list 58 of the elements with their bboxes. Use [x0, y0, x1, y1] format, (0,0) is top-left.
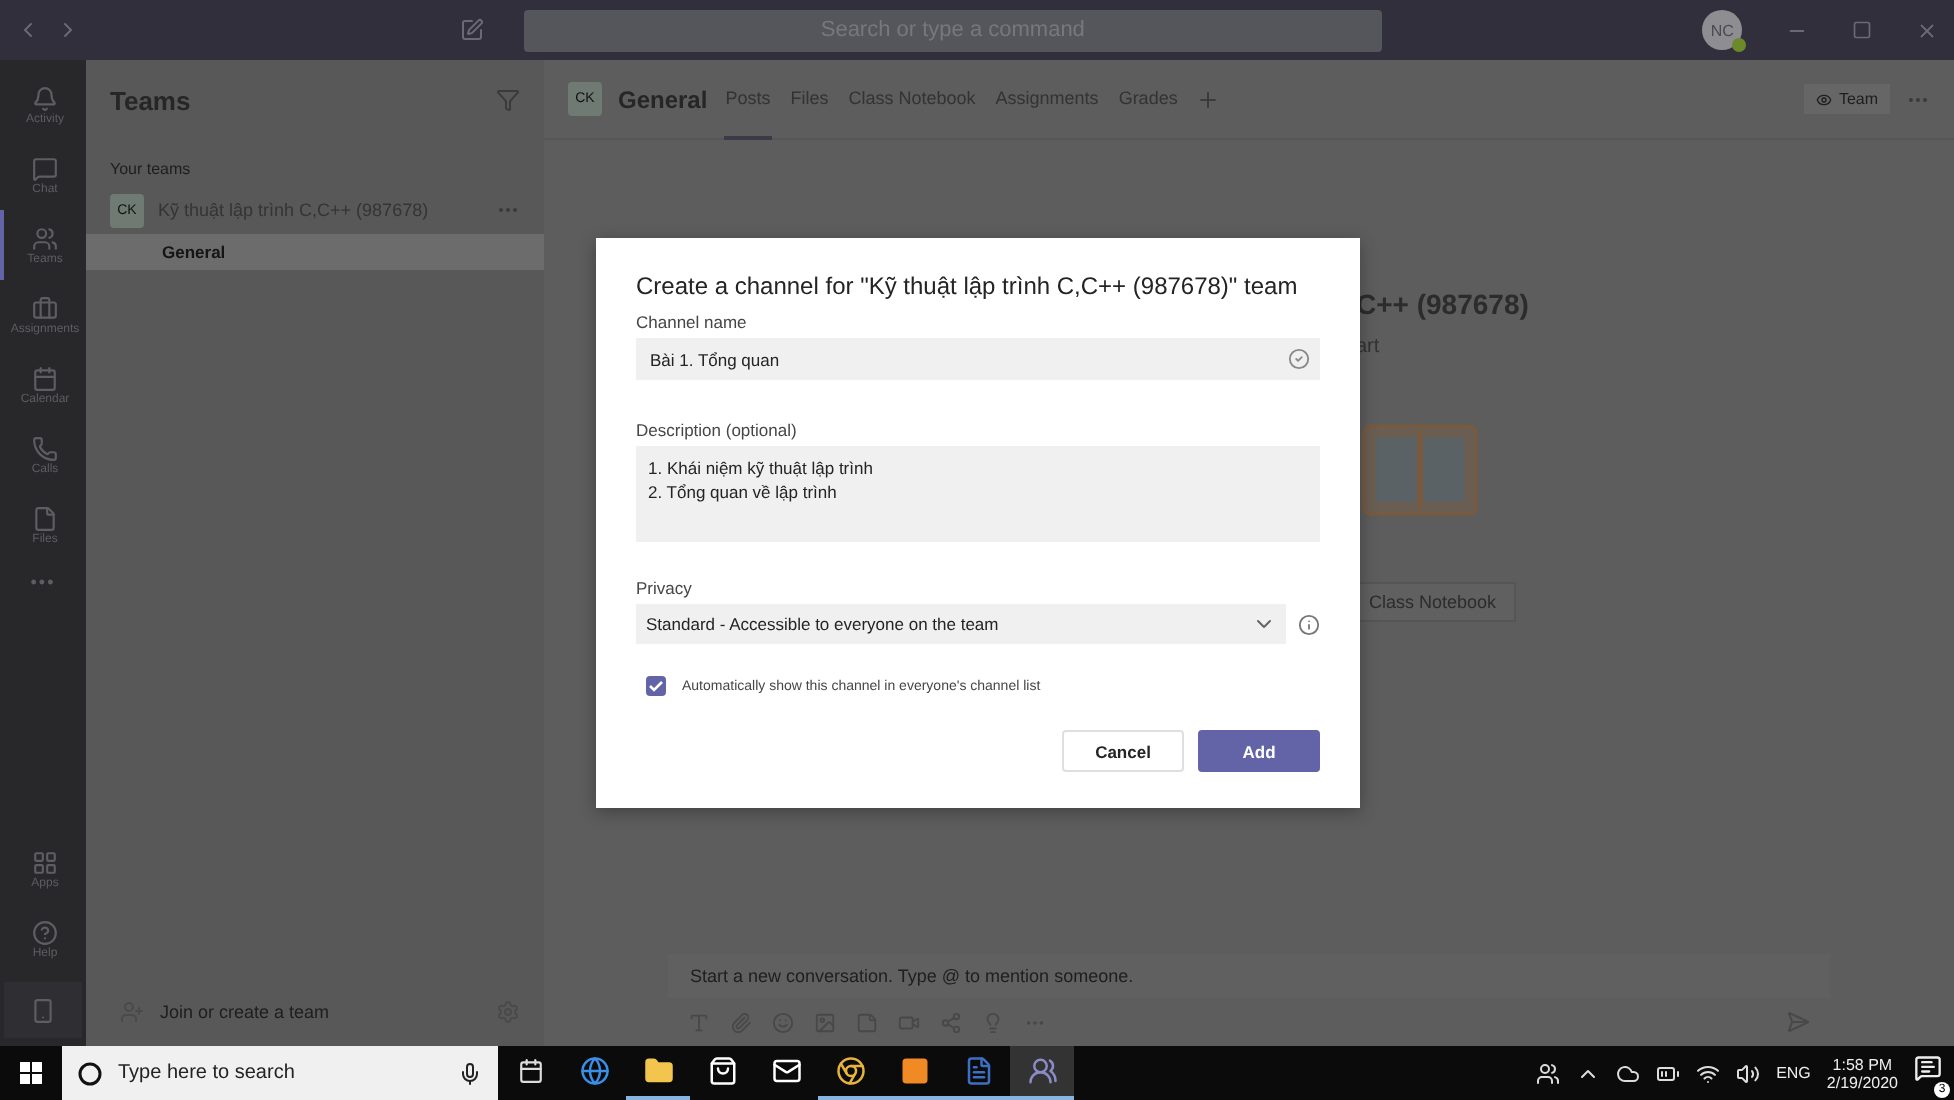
- maximize-icon[interactable]: [1852, 20, 1872, 40]
- briefcase-icon: [32, 295, 58, 321]
- join-team-link[interactable]: Join or create a team: [160, 1002, 480, 1022]
- eye-icon: [1816, 91, 1833, 107]
- team-button[interactable]: Team: [1804, 84, 1890, 114]
- add-button[interactable]: Add: [1198, 730, 1320, 772]
- field-label: Privacy: [636, 578, 694, 598]
- taskbar-app[interactable]: [1010, 1046, 1074, 1100]
- checkbox[interactable]: [646, 676, 666, 696]
- taskbar-search-field[interactable]: Type here to search: [62, 1046, 498, 1100]
- close-icon[interactable]: [1916, 19, 1938, 41]
- field-label: Channel name: [636, 312, 749, 332]
- channel-title: General: [618, 85, 708, 113]
- folder-icon: [643, 1056, 673, 1086]
- windows-logo-icon[interactable]: [20, 1062, 42, 1084]
- envelope-icon: [771, 1056, 801, 1086]
- phone-icon: [32, 435, 58, 461]
- field-label: Description (optional): [636, 420, 799, 440]
- cloud-icon[interactable]: [1616, 1061, 1641, 1085]
- privacy-dropdown[interactable]: Standard - Accessible to everyone on the team: [636, 604, 1286, 644]
- user-avatar[interactable]: NC: [1702, 10, 1742, 50]
- info-icon[interactable]: [1298, 613, 1320, 635]
- notification-icon[interactable]: [1914, 1054, 1942, 1082]
- globe-icon: [579, 1056, 609, 1086]
- file-icon: [32, 505, 58, 531]
- people-icon: [32, 225, 58, 251]
- section-label: Your teams: [108, 158, 193, 182]
- clock-date[interactable]: 2/19/2020: [1826, 1073, 1898, 1091]
- grid-icon: [32, 849, 58, 875]
- people-icon: [1027, 1056, 1057, 1086]
- microphone-icon[interactable]: [458, 1061, 482, 1085]
- compose-icon[interactable]: [459, 18, 484, 42]
- check-circle-icon: [1288, 348, 1310, 370]
- chat-icon: [32, 155, 58, 181]
- language-indicator[interactable]: ENG: [1776, 1064, 1811, 1082]
- wifi-icon[interactable]: [1696, 1061, 1721, 1085]
- chrome-icon: [835, 1056, 865, 1086]
- more-button[interactable]: •••: [30, 572, 56, 592]
- battery-icon[interactable]: [1656, 1061, 1681, 1085]
- circle-icon: [78, 1061, 102, 1085]
- calendar-icon: [32, 365, 58, 391]
- description-field[interactable]: 1. Khái niệm kỹ thuật lập trình 2. Tổng quan về lập trình: [636, 446, 1320, 542]
- cancel-button[interactable]: Cancel: [1062, 730, 1184, 772]
- clock-time[interactable]: 1:58 PM: [1832, 1055, 1893, 1073]
- channel-item[interactable]: General: [86, 234, 544, 270]
- device-button[interactable]: [4, 982, 82, 1038]
- document-icon: [963, 1056, 993, 1086]
- help-icon: [32, 919, 58, 945]
- app-tile-icon: [899, 1056, 929, 1086]
- dialog-title: Create a channel for "Kỹ thuật lập trình C,C++ (987678)" team: [636, 272, 1300, 300]
- filter-icon[interactable]: [496, 88, 520, 112]
- channel-name-field[interactable]: Bài 1. Tổng quan: [636, 338, 1320, 380]
- shopping-bag-icon: [707, 1056, 737, 1086]
- phone-icon: [30, 997, 56, 1023]
- bell-icon: [32, 85, 58, 111]
- add-tab-icon[interactable]: [1195, 87, 1220, 111]
- volume-icon[interactable]: [1736, 1061, 1761, 1085]
- people-icon[interactable]: [1536, 1061, 1561, 1085]
